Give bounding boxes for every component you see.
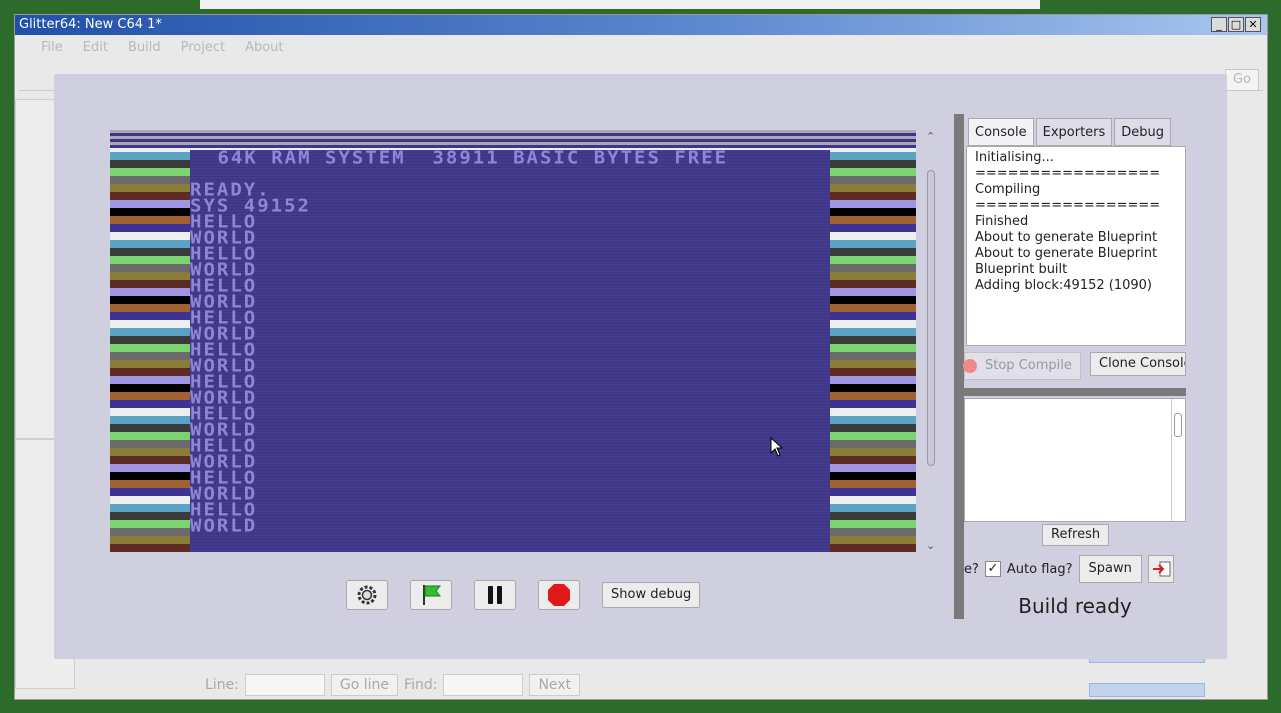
next-button[interactable]: Next (529, 674, 581, 696)
auto-flag-label: Auto flag? (1006, 561, 1073, 577)
raster-band (110, 130, 916, 148)
exit-button[interactable] (1147, 555, 1174, 583)
settings-button[interactable] (346, 580, 388, 610)
stop-button[interactable] (538, 580, 580, 610)
auto-flag-checkbox[interactable]: ✓ (984, 561, 1001, 577)
line-input[interactable] (244, 674, 325, 696)
menu-project[interactable]: Project (181, 40, 225, 56)
scroll-down-icon[interactable]: ⌄ (926, 539, 935, 552)
menu-edit[interactable]: Edit (83, 40, 108, 56)
find-bar: Line: Go line Find: Next (193, 670, 1073, 700)
console-buttons: Stop Compile Clone Console (963, 352, 1186, 380)
go-line-button[interactable]: Go line (330, 674, 399, 696)
c64-screen[interactable]: 64K RAM SYSTEM 38911 BASIC BYTES FREE RE… (110, 130, 916, 552)
window-controls: _ □ ✕ (1211, 17, 1261, 32)
stop-icon (548, 584, 570, 606)
show-debug-button[interactable]: Show debug (602, 582, 701, 608)
tab-debug[interactable]: Debug (1114, 118, 1172, 146)
find-input[interactable] (443, 674, 524, 696)
window-title: Glitter64: New C64 1* (19, 17, 162, 32)
console-output[interactable]: Initialising... ================= Compil… (966, 146, 1186, 346)
minimize-button[interactable]: _ (1211, 17, 1227, 32)
menu-about[interactable]: About (245, 40, 283, 56)
find-label: Find: (404, 677, 438, 693)
output-list[interactable] (964, 398, 1186, 522)
c64-output-line: WORLD (190, 515, 258, 537)
stop-compile-label: Stop Compile (985, 358, 1072, 373)
pause-button[interactable] (474, 580, 516, 610)
list-scrollbar[interactable] (1171, 399, 1185, 521)
pause-icon (488, 586, 502, 604)
green-flag-icon (423, 585, 442, 605)
line-label: Line: (205, 677, 239, 693)
options-row: e? ✓ Auto flag? Spawn (964, 554, 1186, 584)
tab-exporters[interactable]: Exporters (1035, 118, 1113, 146)
go-button[interactable]: Go (1225, 69, 1259, 91)
c64-output: READY. SYS 49152 HELLO WORLD HELLO WORLD HELLO… (190, 181, 311, 537)
close-button[interactable]: ✕ (1245, 17, 1261, 32)
background-blue-bar (1089, 683, 1205, 697)
tab-console[interactable]: Console (968, 118, 1034, 146)
clone-console-button[interactable]: Clone Console (1090, 352, 1186, 376)
stop-dot-icon (963, 359, 977, 373)
c64-header-line: 64K RAM SYSTEM 38911 BASIC BYTES FREE (204, 150, 729, 169)
maximize-button[interactable]: □ (1228, 17, 1244, 32)
list-scroll-thumb[interactable] (1174, 413, 1182, 437)
tab-bar: Console Exporters Debug (968, 118, 1172, 146)
title-bar: Glitter64: New C64 1* _ □ ✕ (15, 15, 1267, 35)
menu-file[interactable]: File (41, 40, 63, 56)
side-panel: Console Exporters Debug Initialising... … (963, 114, 1186, 619)
spawn-button[interactable]: Spawn (1078, 555, 1142, 583)
mouse-cursor-icon (770, 437, 784, 457)
panel-splitter[interactable] (964, 388, 1186, 396)
run-button[interactable] (410, 580, 452, 610)
exit-icon (1152, 561, 1171, 577)
menu-build[interactable]: Build (128, 40, 161, 56)
stop-compile-button[interactable]: Stop Compile (963, 352, 1081, 380)
refresh-button[interactable]: Refresh (1042, 524, 1110, 546)
screen-scrollbar[interactable]: ⌃ ⌄ (924, 130, 938, 552)
background-top-strip (200, 0, 1040, 9)
emulator-dialog: 64K RAM SYSTEM 38911 BASIC BYTES FREE RE… (54, 74, 1227, 659)
emulator-controls: Show debug (346, 580, 701, 610)
menu-bar: File Edit Build Project About (15, 35, 1267, 61)
gear-icon (357, 585, 377, 605)
cut-off-option-label: e? (964, 561, 979, 577)
scroll-up-icon[interactable]: ⌃ (926, 130, 935, 143)
build-status: Build ready (1018, 594, 1132, 618)
c64-display: 64K RAM SYSTEM 38911 BASIC BYTES FREE RE… (190, 150, 830, 552)
scroll-thumb[interactable] (927, 170, 935, 466)
